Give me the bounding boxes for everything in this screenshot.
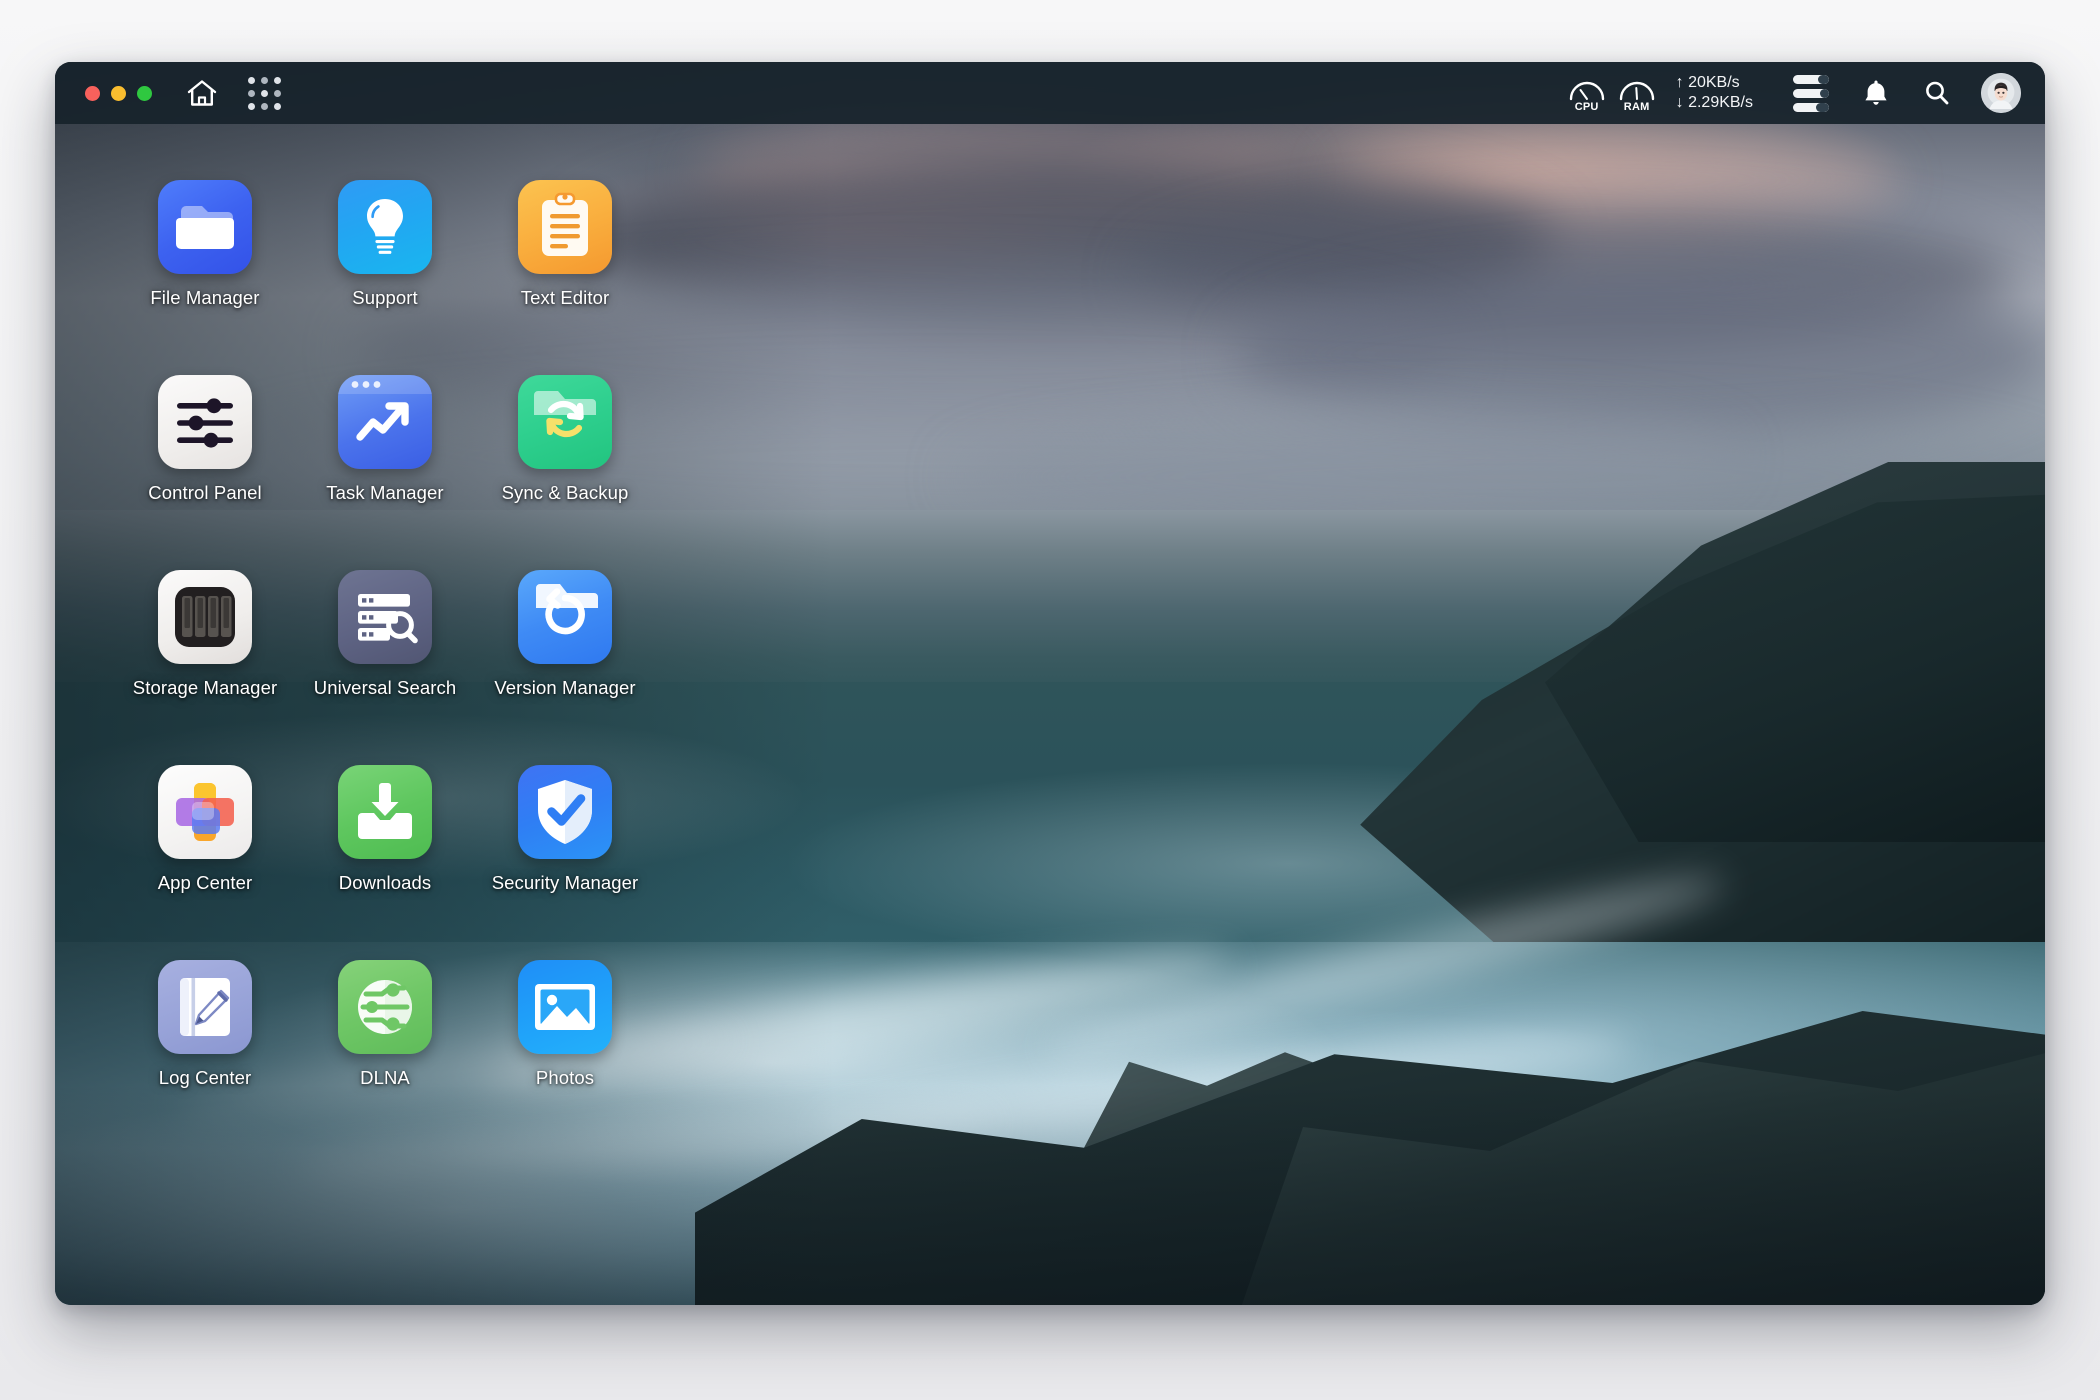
window-controls [85, 85, 152, 101]
desktop-icon-label: Photos [535, 1067, 595, 1088]
download-tray-icon [338, 765, 432, 859]
desktop-icon-label: Storage Manager [132, 677, 278, 698]
top-status-bar: CPU RAM ↑ 20KB/s ↓ 2.29KB/s [55, 62, 2045, 124]
desktop-icon-label: Support [352, 287, 418, 308]
desktop-icon-file-manager[interactable]: File Manager [115, 180, 295, 375]
download-speed: ↓ 2.29KB/s [1675, 94, 1753, 111]
folder-icon [158, 180, 252, 274]
cpu-gauge[interactable]: CPU [1566, 73, 1608, 113]
notifications-button[interactable] [1863, 78, 1889, 108]
desktop-icon-security-manager[interactable]: Security Manager [475, 765, 655, 960]
desktop-window: CPU RAM ↑ 20KB/s ↓ 2.29KB/s File Manager… [55, 62, 2045, 1305]
undo-folder-icon [518, 570, 612, 664]
gauge-icon [1569, 81, 1604, 101]
photo-icon [518, 960, 612, 1054]
desktop-icon-universal-search[interactable]: Universal Search [295, 570, 475, 765]
cpu-label: CPU [1574, 101, 1599, 113]
desktop-icon-label: Task Manager [326, 482, 444, 503]
user-avatar-button[interactable] [1981, 73, 2021, 113]
ram-gauge[interactable]: RAM [1616, 73, 1658, 113]
desktop-icon-label: Sync & Backup [501, 482, 629, 503]
desktop-icon-downloads[interactable]: Downloads [295, 765, 475, 960]
app-blocks-icon [158, 765, 252, 859]
clipboard-icon [518, 180, 612, 274]
resource-monitor-icon [1793, 74, 1829, 112]
search-icon [1926, 81, 1949, 105]
desktop-icon-label: Security Manager [491, 872, 639, 893]
desktop-icon-photos[interactable]: Photos [475, 960, 655, 1155]
network-share-icon [338, 960, 432, 1054]
upload-speed: ↑ 20KB/s [1675, 73, 1740, 91]
close-button[interactable] [85, 85, 100, 101]
trending-up-icon [338, 375, 432, 469]
maximize-button[interactable] [137, 85, 152, 101]
desktop-icon-label: DLNA [360, 1067, 410, 1088]
resource-monitor-button[interactable] [1793, 74, 1829, 112]
desktop-icon-label: Control Panel [148, 482, 262, 503]
desktop-icon-label: App Center [157, 872, 253, 893]
ram-label: RAM [1623, 101, 1650, 113]
desktop-icon-label: Text Editor [520, 287, 610, 308]
home-button[interactable] [186, 78, 218, 108]
search-button[interactable] [1923, 79, 1951, 107]
network-speed-indicator[interactable]: ↑ 20KB/s ↓ 2.29KB/s [1676, 73, 1753, 114]
desktop-icon-control-panel[interactable]: Control Panel [115, 375, 295, 570]
desktop-icon-sync-backup[interactable]: Sync & Backup [475, 375, 655, 570]
notebook-pen-icon [158, 960, 252, 1054]
sync-folder-icon [518, 375, 612, 469]
desktop-icon-log-center[interactable]: Log Center [115, 960, 295, 1155]
avatar-icon [1981, 73, 2021, 113]
desktop-icon-task-manager[interactable]: Task Manager [295, 375, 475, 570]
status-indicators: CPU RAM ↑ 20KB/s ↓ 2.29KB/s [1566, 73, 2021, 114]
lightbulb-icon [338, 180, 432, 274]
desktop-icon-app-center[interactable]: App Center [115, 765, 295, 960]
desktop-icon-label: Version Manager [494, 677, 636, 698]
desktop-icon-version-manager[interactable]: Version Manager [475, 570, 655, 765]
desktop-icon-text-editor[interactable]: Text Editor [475, 180, 655, 375]
drive-bay-icon [158, 570, 252, 664]
server-search-icon [338, 570, 432, 664]
desktop-icon-grid: File Manager Support Text Editor Control… [115, 180, 655, 1155]
desktop-icon-dlna[interactable]: DLNA [295, 960, 475, 1155]
grid-icon [248, 76, 281, 110]
all-applications-button[interactable] [248, 76, 281, 110]
desktop-icon-label: Downloads [338, 872, 432, 893]
desktop-icon-label: Log Center [158, 1067, 252, 1088]
bell-icon [1865, 80, 1887, 105]
home-icon [187, 80, 217, 106]
sliders-icon [158, 375, 252, 469]
minimize-button[interactable] [111, 85, 126, 101]
gauge-icon [1619, 81, 1654, 101]
desktop-icon-label: Universal Search [313, 677, 457, 698]
shield-check-icon [518, 765, 612, 859]
desktop-icon-support[interactable]: Support [295, 180, 475, 375]
desktop-icon-storage-manager[interactable]: Storage Manager [115, 570, 295, 765]
desktop-icon-label: File Manager [150, 287, 260, 308]
